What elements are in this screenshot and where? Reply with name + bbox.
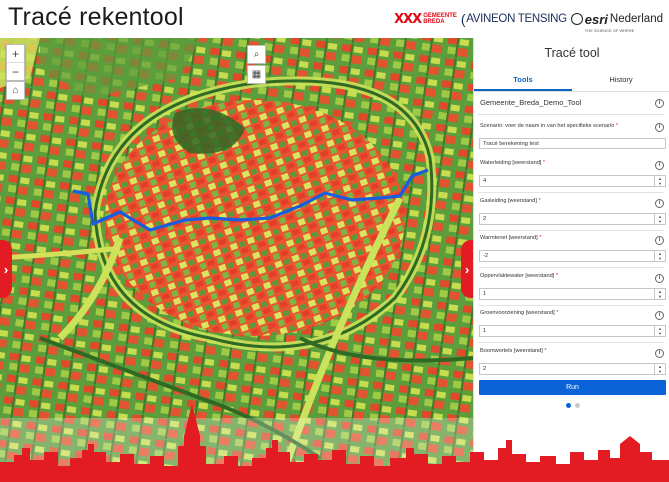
stepper-down-icon[interactable]: ▼ [655, 181, 665, 186]
scenario-label: Scenario: voer de naam in van het specif… [480, 123, 619, 129]
info-icon[interactable]: i [655, 161, 664, 170]
avineon-label: AVINEON TENSING [466, 13, 567, 25]
avineon-swoosh-icon: ( [460, 11, 466, 27]
app-header: Tracé rekentool XXX GEMEENTE BREDA ( AVI… [0, 0, 669, 38]
divider [478, 192, 664, 193]
number-stepper[interactable]: ▲ ▼ [654, 326, 665, 336]
parameter-label: Oppervlaktewater [weerstand] * [480, 272, 559, 279]
divider [478, 267, 664, 268]
tab-history[interactable]: History [572, 71, 669, 91]
stepper-down-icon[interactable]: ▼ [655, 369, 665, 374]
stepper-down-icon[interactable]: ▼ [655, 294, 665, 299]
parameter-value: 2 [483, 215, 487, 222]
parameter-number-input[interactable]: 1 ▲ ▼ [479, 325, 666, 337]
zoom-in-button[interactable]: + [7, 45, 24, 62]
divider [478, 304, 664, 306]
tool-name: Gemeente_Breda_Demo_Tool [480, 98, 582, 107]
tab-tools[interactable]: Tools [474, 71, 572, 91]
trace-tool-panel: Tracé tool Tools History Gemeente_Breda_… [473, 38, 669, 482]
info-icon[interactable]: i [655, 198, 664, 208]
parameter-number-input[interactable]: -2 ▲ ▼ [479, 250, 666, 262]
zoom-control: + − [6, 44, 25, 81]
parameter-label: Warmtenet [weerstand] * [480, 235, 542, 241]
esri-globe-icon [570, 13, 583, 25]
heatmap-layer [0, 38, 473, 482]
page-dot[interactable] [566, 403, 571, 408]
parameter-label: Waterleiding [weerstand] * [480, 160, 546, 166]
right-panel-toggle[interactable]: › [461, 240, 473, 298]
divider [478, 229, 664, 231]
info-icon[interactable]: i [655, 348, 664, 358]
parameter-number-input[interactable]: 4 ▲ ▼ [479, 175, 666, 187]
esri-tagline: THE SCIENCE OF WHERE [584, 27, 635, 33]
info-icon[interactable]: i [655, 273, 664, 283]
info-icon[interactable]: i [655, 311, 664, 320]
avineon-tensing-logo: ( AVINEON TENSING [461, 11, 567, 27]
parameter-label: Boomwortels [weerstand] * [480, 347, 547, 354]
number-stepper[interactable]: ▲ ▼ [654, 213, 665, 224]
number-stepper[interactable]: ▲ ▼ [654, 176, 665, 186]
stepper-down-icon[interactable]: ▼ [655, 219, 665, 224]
esri-label: esri [584, 11, 608, 27]
qr-code-button[interactable]: ▦ [247, 65, 266, 84]
search-button[interactable]: ⌕ [247, 45, 266, 64]
stepper-down-icon[interactable]: ▼ [655, 256, 665, 261]
divider [478, 114, 664, 115]
info-icon[interactable]: i [655, 123, 664, 132]
parameter-label: Groenvoorziening [weerstand] * [480, 310, 559, 316]
app-title: Tracé rekentool [8, 3, 184, 31]
number-stepper[interactable]: ▲ ▼ [654, 251, 665, 261]
parameter-value: 1 [483, 290, 487, 297]
info-icon[interactable]: i [655, 99, 664, 108]
map-view[interactable]: + − ⌂ ⌕ ▦ › › [0, 38, 473, 482]
parameter-label: Gasleiding [weerstand] * [480, 197, 541, 204]
number-stepper[interactable]: ▲ ▼ [654, 363, 665, 374]
number-stepper[interactable]: ▲ ▼ [654, 288, 665, 299]
esri-country: Nederland [609, 13, 663, 25]
parameter-number-input[interactable]: 2 ▲ ▼ [479, 212, 666, 225]
page-dot[interactable] [575, 403, 580, 408]
panel-title: Tracé tool [544, 46, 600, 60]
panel-tabs: Tools History [474, 71, 669, 92]
gemeente-breda-logo: XXX GEMEENTE BREDA [394, 12, 457, 27]
parameter-value: 4 [483, 178, 487, 184]
page-indicator [566, 403, 580, 408]
parameter-number-input[interactable]: 1 ▲ ▼ [479, 287, 666, 300]
parameter-value: 1 [483, 328, 487, 334]
zoom-out-button[interactable]: − [7, 62, 24, 80]
breda-crosses-icon: XXX [394, 11, 422, 27]
info-icon[interactable]: i [655, 236, 664, 245]
esri-logo: esri THE SCIENCE OF WHERE Nederland [570, 11, 663, 33]
breda-label: BREDA [423, 19, 445, 25]
left-panel-toggle[interactable]: › [0, 240, 12, 298]
stepper-down-icon[interactable]: ▼ [655, 331, 665, 336]
parameter-value: 2 [483, 365, 487, 372]
divider [478, 342, 664, 343]
parameter-number-input[interactable]: 2 ▲ ▼ [479, 362, 666, 375]
partner-logos: XXX GEMEENTE BREDA ( AVINEON TENSING esr… [394, 8, 663, 33]
run-button[interactable]: Run [479, 380, 666, 395]
scenario-input[interactable]: Tracé berekening test [479, 138, 666, 149]
parameter-value: -2 [483, 253, 489, 259]
home-button[interactable]: ⌂ [6, 81, 25, 100]
